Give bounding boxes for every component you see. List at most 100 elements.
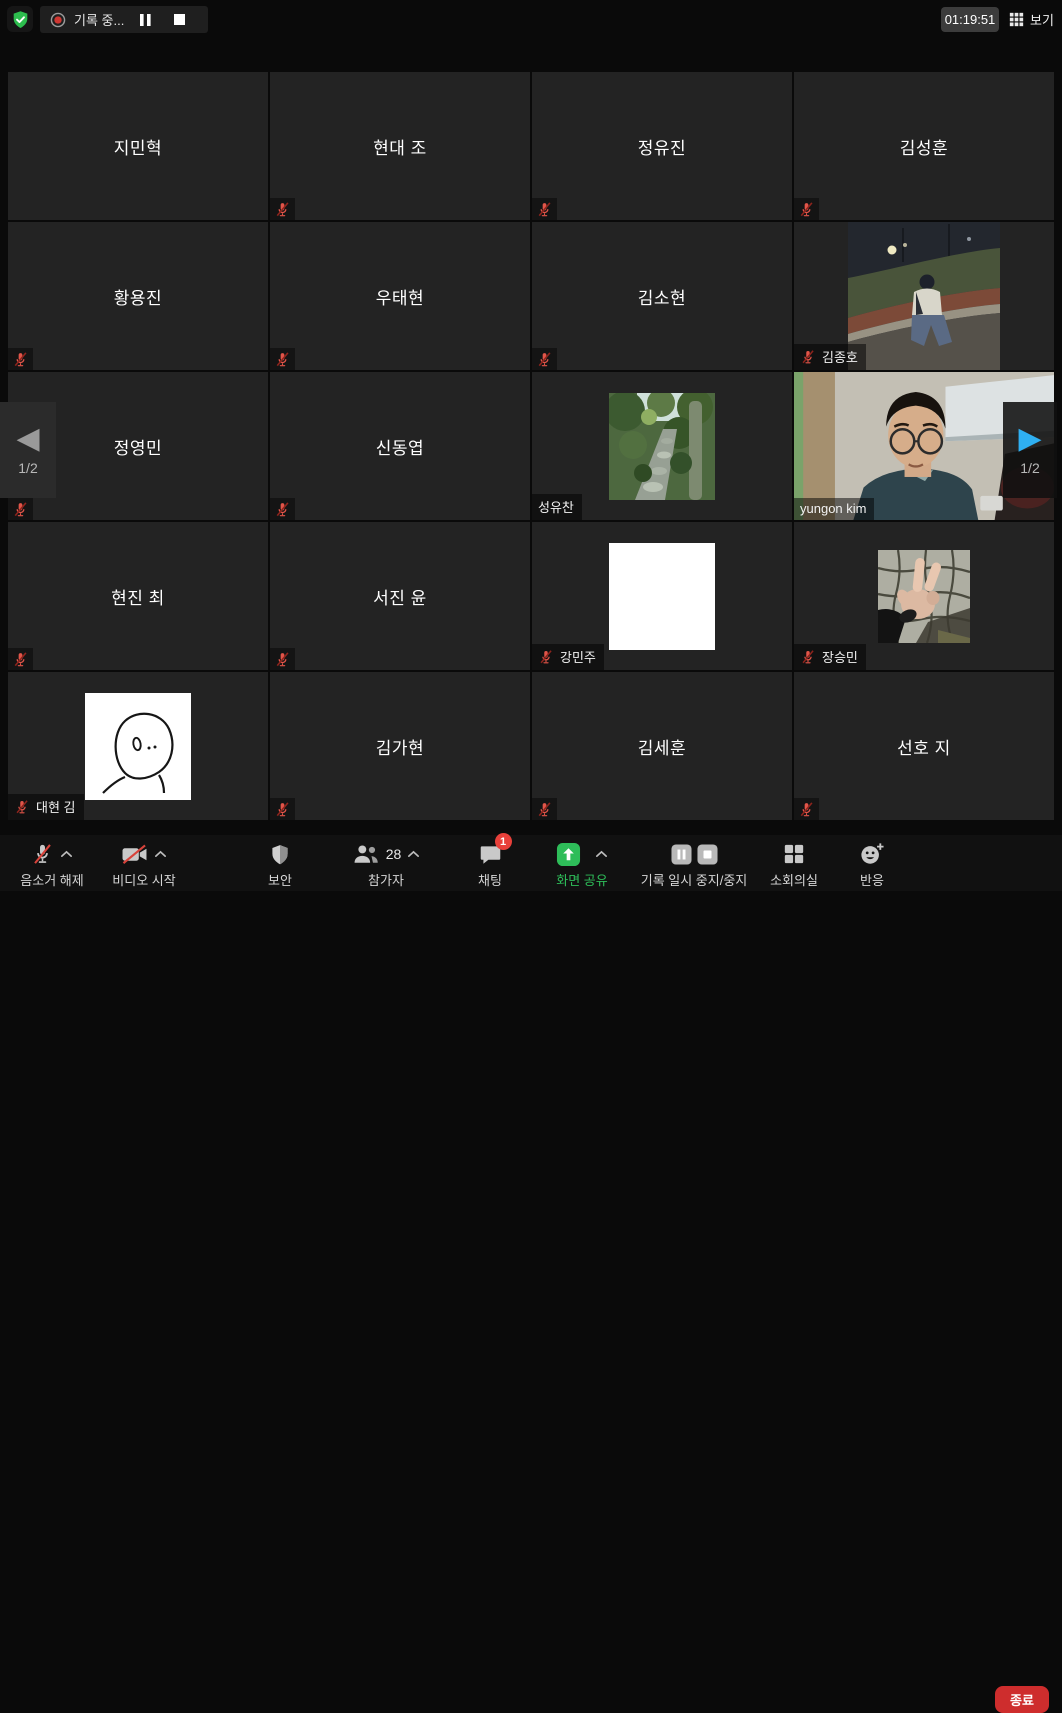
breakout-rooms-button[interactable]: 소회의실	[756, 839, 832, 889]
mic-muted-icon	[800, 349, 816, 365]
mic-muted-icon	[532, 798, 557, 820]
participants-options-caret[interactable]	[407, 850, 420, 858]
recording-controls: 기록 일시 중지/중지	[636, 839, 752, 889]
start-video-label: 비디오 시작	[112, 870, 175, 889]
meeting-info-shield-button[interactable]	[7, 6, 33, 32]
participant-name: 강민주	[560, 647, 596, 666]
mic-muted-icon	[8, 498, 33, 520]
mic-muted-icon	[270, 348, 295, 370]
mic-muted-icon	[538, 649, 554, 665]
participant-tile-kimsehoon[interactable]: 김세훈	[532, 672, 792, 820]
participant-name-badge: 대현 김	[8, 794, 84, 820]
participant-name: 선호 지	[794, 672, 1054, 820]
stop-recording-topbar-button[interactable]	[166, 10, 192, 30]
mic-muted-icon	[532, 198, 557, 220]
end-meeting-button[interactable]: 종료	[995, 1686, 1049, 1713]
recording-indicator-pill: 기록 중...	[40, 6, 208, 33]
breakout-rooms-label: 소회의실	[770, 870, 818, 889]
share-screen-label: 화면 공유	[556, 870, 607, 889]
previous-page-button[interactable]: ◀ 1/2	[0, 402, 56, 498]
mic-muted-icon	[14, 799, 30, 815]
participant-name-badge: 강민주	[532, 644, 604, 670]
participant-name: 신동엽	[270, 372, 530, 520]
participant-tile-wootaehyun[interactable]: 우태현	[270, 222, 530, 370]
gallery-grid-icon	[1009, 12, 1024, 27]
participant-tile-kangminju[interactable]: 강민주	[532, 522, 792, 670]
participant-name: 대현 김	[36, 797, 76, 816]
participant-name: 김가현	[270, 672, 530, 820]
mic-muted-icon	[270, 798, 295, 820]
participant-tile-jungyujin[interactable]: 정유진	[532, 72, 792, 220]
security-label: 보안	[268, 870, 292, 889]
share-screen-icon	[556, 842, 581, 867]
security-button[interactable]: 보안	[244, 839, 316, 889]
participant-tile-hwangyongjin[interactable]: 황용진	[8, 222, 268, 370]
chat-label: 채팅	[478, 870, 502, 889]
participants-button[interactable]: 28 참가자	[344, 839, 428, 889]
participant-tile-jangseungmin[interactable]: 장승민	[794, 522, 1054, 670]
stop-icon	[174, 14, 185, 25]
chat-button[interactable]: 1 채팅	[456, 839, 524, 889]
pause-icon	[140, 14, 151, 26]
view-button-label: 보기	[1030, 10, 1054, 29]
participant-tile-kimsohyun[interactable]: 김소현	[532, 222, 792, 370]
previous-page-arrow-icon: ◀	[16, 424, 39, 454]
stop-recording-button[interactable]	[697, 844, 718, 865]
pause-recording-button[interactable]	[671, 844, 692, 865]
unmute-button[interactable]: 음소거 해제	[4, 839, 100, 889]
chat-unread-badge: 1	[495, 833, 512, 850]
participant-name: 현대 조	[270, 72, 530, 220]
mic-muted-icon	[8, 348, 33, 370]
recording-status-label: 기록 중...	[74, 10, 124, 29]
page-indicator: 1/2	[18, 460, 37, 476]
participant-tile-hyunjinchoi[interactable]: 현진 최	[8, 522, 268, 670]
mic-off-icon	[31, 843, 54, 866]
participant-name-badge: yungon kim	[794, 498, 874, 520]
participant-tile-shindongyeop[interactable]: 신동엽	[270, 372, 530, 520]
mic-muted-icon	[794, 198, 819, 220]
unmute-label: 음소거 해제	[20, 870, 83, 889]
security-check-shield-icon	[13, 11, 27, 28]
participant-name: 김종호	[822, 347, 858, 366]
video-options-caret[interactable]	[154, 850, 167, 858]
reactions-label: 반응	[860, 870, 884, 889]
participant-name-badge: 성유찬	[532, 494, 582, 520]
participant-tile-daehyunkim[interactable]: 대현 김	[8, 672, 268, 820]
participant-tile-sungyuchan[interactable]: 성유찬	[532, 372, 792, 520]
meeting-toolbar: 음소거 해제 비디오 시작 보안 28 참가자 1 채팅 화면 공유	[0, 835, 1062, 891]
participant-tile-jiminhyuk[interactable]: 지민혁	[8, 72, 268, 220]
share-screen-button[interactable]: 화면 공유	[540, 839, 624, 889]
reactions-button[interactable]: 반응	[840, 839, 904, 889]
participant-name: 김소현	[532, 222, 792, 370]
mic-muted-icon	[270, 198, 295, 220]
participant-tile-hyundaejo[interactable]: 현대 조	[270, 72, 530, 220]
mic-options-caret[interactable]	[60, 850, 73, 858]
participant-tile-sunhoji[interactable]: 선호 지	[794, 672, 1054, 820]
breakout-rooms-icon	[783, 843, 805, 865]
participant-tile-kimjongho[interactable]: 김종호	[794, 222, 1054, 370]
mic-muted-icon	[794, 798, 819, 820]
start-video-button[interactable]: 비디오 시작	[96, 839, 192, 889]
participant-name: 김세훈	[532, 672, 792, 820]
pause-recording-topbar-button[interactable]	[132, 10, 158, 30]
share-options-caret[interactable]	[595, 850, 608, 858]
mic-muted-icon	[532, 348, 557, 370]
participant-name: 우태현	[270, 222, 530, 370]
security-shield-icon	[269, 843, 291, 866]
participant-tile-kimgahyun[interactable]: 김가현	[270, 672, 530, 820]
recording-dot-icon	[50, 12, 66, 28]
mic-muted-icon	[8, 648, 33, 670]
participant-tile-kimsunghoon[interactable]: 김성훈	[794, 72, 1054, 220]
participant-name: 김성훈	[794, 72, 1054, 220]
view-layout-button[interactable]: 보기	[1009, 7, 1054, 32]
meeting-timer: 01:19:51	[941, 7, 999, 32]
participant-name: 서진 윤	[270, 522, 530, 670]
next-page-button[interactable]: ▶ 1/2	[1003, 402, 1057, 498]
participant-name: 정유진	[532, 72, 792, 220]
top-bar: 기록 중... 01:19:51 보기	[0, 0, 1062, 44]
participant-tile-seojinyoon[interactable]: 서진 윤	[270, 522, 530, 670]
participant-grid: 지민혁 현대 조 정유진 김성훈 황용진 우태현 김소현	[8, 72, 1054, 820]
participant-name: 현진 최	[8, 522, 268, 670]
page-indicator: 1/2	[1020, 460, 1039, 476]
participant-name: 지민혁	[8, 72, 268, 220]
